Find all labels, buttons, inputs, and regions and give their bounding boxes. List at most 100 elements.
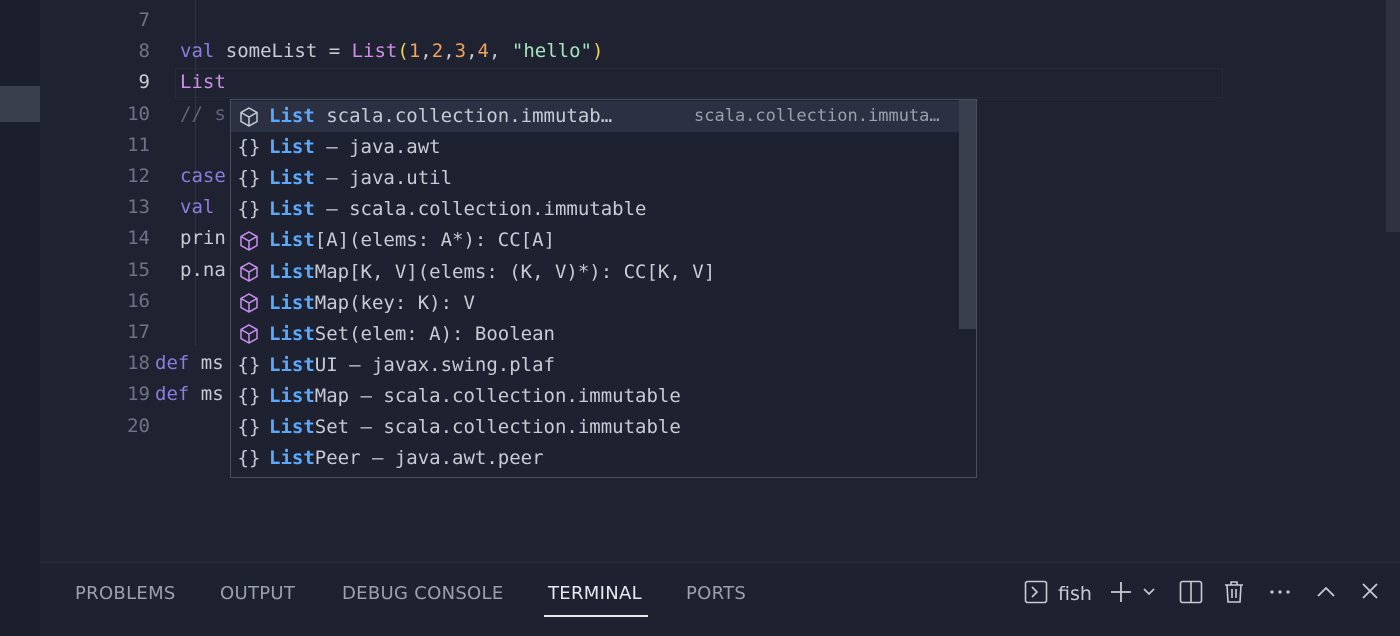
chevron-down-icon [1141,580,1157,608]
line-number: 11 [127,133,150,156]
suggestion-item[interactable]: ListSet(elem: A): Boolean [231,319,976,350]
tab-output[interactable]: OUTPUT [220,583,295,604]
code-token: , [443,40,455,63]
active-tab-indicator [544,615,648,617]
code-text: def ms [155,348,224,379]
suggestion-item[interactable]: ListMap[K, V](elems: (K, V)*): CC[K, V] [231,257,976,288]
code-token: 3 [454,40,467,63]
code-token: List [180,71,226,94]
line-number: 10 [127,102,150,125]
suggestion-item[interactable]: ListMap(key: K): V [231,288,976,319]
suggestion-rest: – java.awt [314,136,441,159]
line-number: 18 [127,352,150,375]
maximize-panel-button[interactable] [1315,581,1337,607]
terminal-dropdown-button[interactable] [1141,581,1157,607]
code-token: , [420,40,432,63]
suggestion-item[interactable]: {} ListSet – scala.collection.immutable [231,412,976,443]
code-text: case [180,161,226,192]
suggestion-item[interactable]: {} List – scala.collection.immutable [231,194,976,225]
suggestion-label: List – java.awt [269,132,441,163]
code-text: // s [180,99,226,130]
autocomplete-scrollbar[interactable] [959,100,976,329]
suggestion-match: List [269,353,315,376]
code-token: List [351,40,398,63]
suggestion-label: ListMap[K, V](elems: (K, V)*): CC[K, V] [269,257,715,288]
suggestion-item[interactable]: {} List – java.awt [231,132,976,163]
line-number: 8 [138,40,150,63]
braces-icon: {} [237,384,261,407]
code-token: 1 [408,40,421,63]
method-cube-icon [237,225,261,256]
code-text: p.na [180,255,226,286]
trash-icon [1223,580,1245,608]
suggestion-rest: UI – javax.swing.plaf [314,353,555,376]
tab-problems[interactable]: PROBLEMS [75,583,176,604]
tab-terminal[interactable]: TERMINAL [548,583,642,604]
suggestion-rest: – scala.collection.immutable [314,198,647,221]
bottom-panel: PROBLEMS OUTPUT DEBUG CONSOLE TERMINAL P… [40,562,1400,636]
suggestion-rest: Peer – java.awt.peer [314,447,544,470]
line-number: 14 [127,227,150,250]
code-token: ) [591,40,604,63]
code-token: val [180,196,215,219]
suggestion-detail: scala.collection.immuta… [694,106,940,126]
line-number: 7 [138,9,150,31]
tab-ports[interactable]: PORTS [686,583,746,604]
code-text: val someList = List(1,2,3,4, "hello") [180,36,603,67]
suggestion-match: List [269,229,315,252]
line-number: 17 [127,321,150,343]
braces-icon: {} [237,198,261,221]
suggestion-match: List [269,384,315,407]
suggestion-label: List – java.util [269,163,452,194]
line-number: 13 [127,196,150,219]
tab-debug-console[interactable]: DEBUG CONSOLE [342,583,504,604]
code-text: prin [180,223,226,254]
suggestion-item[interactable]: List[A](elems: A*): CC[A] [231,225,976,256]
suggestion-label: ListSet – scala.collection.immutable [269,412,681,443]
suggestion-item[interactable]: List scala.collection.immutab… scala.coll… [231,101,976,132]
suggestion-rest: Map(key: K): V [314,291,475,314]
activity-bar-active-item[interactable] [0,86,40,122]
code-token: someList = [214,40,352,63]
suggestion-rest: scala.collection.immutab… [314,105,613,127]
suggestion-match: List [269,136,315,159]
suggestion-match: List [269,416,315,438]
code-token: 2 [431,40,444,63]
suggestion-item[interactable]: {} ListMap – scala.collection.immutable [231,381,976,412]
code-text: def ms [155,379,224,410]
split-terminal-button[interactable] [1179,580,1203,608]
code-token: prin [180,227,226,250]
more-actions-button[interactable] [1268,581,1292,607]
braces-icon: {} [237,447,261,470]
suggestion-item[interactable]: {} List – java.util [231,163,976,194]
terminal-selector[interactable]: fish [1024,580,1092,608]
suggestion-item[interactable]: {} ListPeer – java.awt.peer [231,443,976,474]
code-token: p.na [180,258,226,281]
code-token: 4 [477,40,489,63]
code-token: ( [397,40,409,63]
suggestion-label: List scala.collection.immutab… [269,101,612,132]
code-line: 9 List [40,67,1220,98]
suggestion-label: ListSet(elem: A): Boolean [269,319,555,350]
suggestion-rest: – java.util [314,167,453,190]
ellipsis-icon [1268,580,1292,608]
editor-scrollbar[interactable] [1386,0,1400,232]
suggestion-item[interactable]: {} ListUI – javax.swing.plaf [231,350,976,381]
line-number: 15 [127,258,150,281]
split-icon [1179,580,1203,608]
suggestion-label: ListUI – javax.swing.plaf [269,350,555,381]
chevron-up-icon [1315,580,1337,608]
code-token: ms [189,352,224,375]
autocomplete-popup[interactable]: List scala.collection.immutab… scala.coll… [230,99,977,478]
close-panel-button[interactable] [1360,581,1380,607]
new-terminal-button[interactable] [1109,581,1133,607]
code-text: List [180,67,226,98]
suggestion-match: List [269,105,315,127]
suggestion-rest: Map[K, V](elems: (K, V)*): CC[K, V] [314,260,716,283]
braces-icon: {} [237,416,261,438]
line-number: 19 [127,383,150,406]
method-cube-icon [237,257,261,288]
braces-icon: {} [237,167,261,190]
terminal-icon [1024,580,1048,608]
kill-terminal-button[interactable] [1223,581,1245,607]
